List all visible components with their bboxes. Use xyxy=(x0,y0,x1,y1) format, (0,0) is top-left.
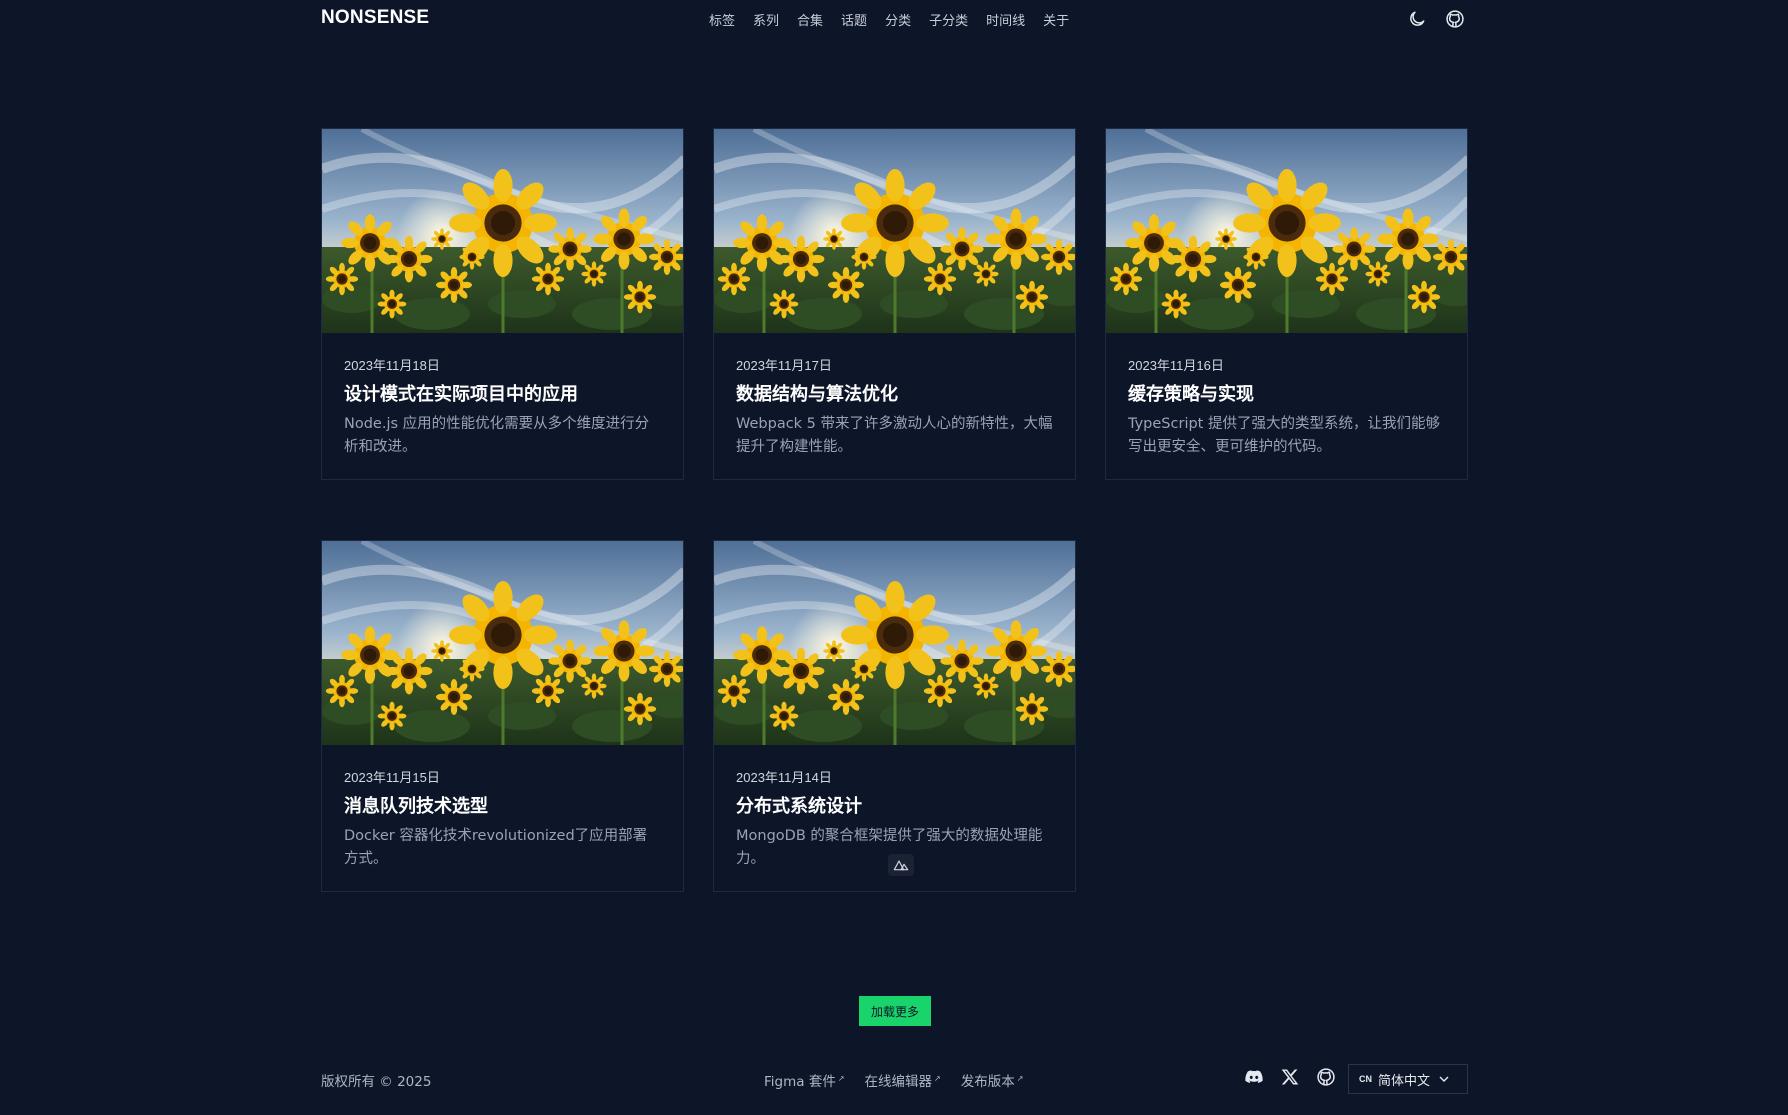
site-logo[interactable]: NONSENSE xyxy=(321,7,429,29)
header-actions xyxy=(1406,8,1466,30)
nav-item-timeline[interactable]: 时间线 xyxy=(986,10,1025,29)
nav-item-about[interactable]: 关于 xyxy=(1043,10,1069,29)
post-title[interactable]: 设计模式在实际项目中的应用 xyxy=(344,383,661,407)
footer-social-icons xyxy=(1243,1066,1337,1088)
site-header: NONSENSE 标签 系列 合集 话题 分类 子分类 时间线 关于 xyxy=(0,0,1788,38)
post-cover-image[interactable] xyxy=(322,129,683,333)
x-icon[interactable] xyxy=(1279,1066,1301,1088)
footer-link-label: 发布版本 xyxy=(960,1074,1015,1090)
post-card[interactable]: 2023年11月15日 消息队列技术选型 Docker 容器化技术revolut… xyxy=(321,540,684,892)
post-title[interactable]: 消息队列技术选型 xyxy=(344,795,661,819)
sunflower-image xyxy=(1106,129,1467,333)
footer-link-releases[interactable]: 发布版本 ↗ xyxy=(960,1070,1024,1091)
post-title[interactable]: 分布式系统设计 xyxy=(736,795,1053,819)
post-cover-image[interactable] xyxy=(714,541,1075,745)
post-description: Docker 容器化技术revolutionized了应用部署方式。 xyxy=(344,828,648,867)
language-label: 简体中文 xyxy=(1378,1073,1431,1089)
post-description: Webpack 5 带来了许多激动人心的新特性，大幅提升了构建性能。 xyxy=(736,416,1053,455)
post-card[interactable]: 2023年11月14日 分布式系统设计 MongoDB 的聚合框架提供了强大的数… xyxy=(713,540,1076,892)
main-nav: 标签 系列 合集 话题 分类 子分类 时间线 关于 xyxy=(709,10,1087,29)
github-icon[interactable] xyxy=(1315,1066,1337,1088)
post-cover-image[interactable] xyxy=(1106,129,1467,333)
footer-link-label: Figma 套件 xyxy=(764,1074,836,1090)
load-more-button[interactable]: 加载更多 xyxy=(859,996,931,1026)
footer-links: Figma 套件 ↗ 在线编辑器 ↗ 发布版本 ↗ xyxy=(764,1070,1043,1091)
external-link-icon: ↗ xyxy=(1016,1073,1024,1083)
post-card[interactable]: 2023年11月17日 数据结构与算法优化 Webpack 5 带来了许多激动人… xyxy=(713,128,1076,480)
post-date: 2023年11月17日 xyxy=(736,358,832,373)
copyright-text: 版权所有 © 2025 xyxy=(321,1074,432,1090)
footer-link-online-editor[interactable]: 在线编辑器 ↗ xyxy=(864,1070,941,1091)
language-code: CN xyxy=(1359,1074,1372,1084)
post-description: TypeScript 提供了强大的类型系统，让我们能够写出更安全、更可维护的代码… xyxy=(1128,416,1440,455)
nav-item-subcategories[interactable]: 子分类 xyxy=(929,10,968,29)
sunflower-image xyxy=(714,129,1075,333)
footer-link-label: 在线编辑器 xyxy=(864,1074,933,1090)
post-cover-image[interactable] xyxy=(714,129,1075,333)
sunflower-image xyxy=(322,129,683,333)
external-link-icon: ↗ xyxy=(934,1073,941,1083)
nav-item-collections[interactable]: 合集 xyxy=(797,10,823,29)
nav-item-tags[interactable]: 标签 xyxy=(709,10,735,29)
post-title[interactable]: 缓存策略与实现 xyxy=(1128,383,1445,407)
post-description: Node.js 应用的性能优化需要从多个维度进行分析和改进。 xyxy=(344,416,650,455)
post-grid: 2023年11月18日 设计模式在实际项目中的应用 Node.js 应用的性能优… xyxy=(321,128,1468,892)
sunflower-image xyxy=(714,541,1075,745)
github-icon[interactable] xyxy=(1444,8,1466,30)
post-date: 2023年11月15日 xyxy=(344,770,440,785)
discord-icon[interactable] xyxy=(1243,1066,1265,1088)
nav-item-categories[interactable]: 分类 xyxy=(885,10,911,29)
nav-item-topics[interactable]: 话题 xyxy=(841,10,867,29)
nuxt-devtools-icon[interactable] xyxy=(888,854,914,876)
post-title[interactable]: 数据结构与算法优化 xyxy=(736,383,1053,407)
nav-item-series[interactable]: 系列 xyxy=(753,10,779,29)
post-date: 2023年11月16日 xyxy=(1128,358,1224,373)
sunflower-image xyxy=(322,541,683,745)
post-date: 2023年11月14日 xyxy=(736,770,832,785)
language-select[interactable]: CN 简体中文 xyxy=(1348,1064,1468,1094)
moon-icon[interactable] xyxy=(1406,8,1428,30)
chevron-down-icon xyxy=(1439,1076,1449,1082)
post-card[interactable]: 2023年11月18日 设计模式在实际项目中的应用 Node.js 应用的性能优… xyxy=(321,128,684,480)
post-card[interactable]: 2023年11月16日 缓存策略与实现 TypeScript 提供了强大的类型系… xyxy=(1105,128,1468,480)
post-date: 2023年11月18日 xyxy=(344,358,440,373)
external-link-icon: ↗ xyxy=(837,1073,845,1083)
footer-link-figma[interactable]: Figma 套件 ↗ xyxy=(764,1070,845,1091)
post-cover-image[interactable] xyxy=(322,541,683,745)
